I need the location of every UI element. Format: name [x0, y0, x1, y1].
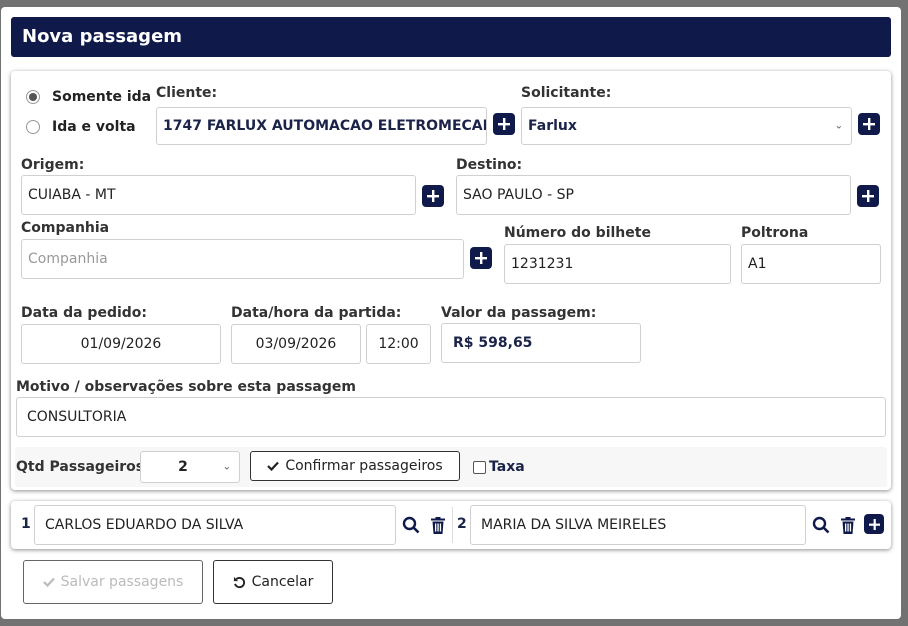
valor-field[interactable]: R$ 598,65 — [441, 323, 641, 363]
passenger-name-field[interactable]: CARLOS EDUARDO DA SILVA — [34, 505, 396, 545]
passengers-card: 1 CARLOS EDUARDO DA SILVA 2 MARIA DA SIL… — [11, 501, 891, 549]
cliente-label: Cliente: — [156, 85, 218, 101]
add-solicitante-button[interactable] — [858, 113, 880, 135]
motivo-label: Motivo / observações sobre esta passagem — [16, 379, 356, 395]
check-icon — [267, 461, 280, 471]
bilhete-field[interactable]: 1231231 — [504, 244, 731, 284]
plus-icon — [863, 118, 875, 130]
solicitante-label: Solicitante: — [521, 85, 612, 101]
chevron-down-icon: ⌄ — [834, 120, 843, 132]
taxa-checkbox[interactable] — [473, 460, 486, 474]
plus-icon — [475, 252, 487, 264]
check-icon — [42, 577, 55, 587]
poltrona-label: Poltrona — [741, 225, 809, 241]
add-passenger-button[interactable] — [864, 514, 884, 534]
cancel-button[interactable]: Cancelar — [213, 560, 333, 604]
plus-icon — [862, 190, 874, 202]
destino-label: Destino: — [456, 157, 523, 173]
delete-passenger-button[interactable] — [839, 515, 857, 535]
search-passenger-button[interactable] — [401, 515, 421, 535]
data-pedido-field[interactable]: 01/09/2026 — [21, 324, 221, 364]
plus-icon — [868, 518, 880, 530]
radio-round-trip-circle[interactable] — [26, 120, 40, 134]
confirm-passengers-button[interactable]: Confirmar passageiros — [250, 451, 460, 481]
solicitante-value: Farlux — [528, 118, 577, 134]
cancel-label: Cancelar — [251, 574, 314, 590]
solicitante-select[interactable]: Farlux ⌄ — [521, 107, 852, 145]
search-passenger-button[interactable] — [811, 515, 831, 535]
search-icon — [812, 516, 830, 534]
companhia-label: Companhia — [21, 220, 110, 236]
trash-icon — [841, 516, 855, 534]
radio-one-way-label: Somente ida — [52, 89, 152, 105]
passenger-name-field[interactable]: MARIA DA SILVA MEIRELES — [470, 505, 806, 545]
origem-field[interactable]: CUIABA - MT — [21, 175, 416, 215]
delete-passenger-button[interactable] — [429, 515, 447, 535]
radio-one-way[interactable]: Somente ida — [26, 89, 151, 105]
chevron-down-icon: ⌄ — [222, 461, 231, 473]
modal-title: Nova passagem — [11, 17, 891, 57]
origem-label: Origem: — [21, 157, 85, 173]
radio-round-trip-label: Ida e volta — [52, 119, 136, 135]
radio-round-trip[interactable]: Ida e volta — [26, 119, 136, 135]
valor-label: Valor da passagem: — [441, 305, 597, 321]
save-tickets-button[interactable]: Salvar passagens — [23, 560, 203, 604]
motivo-field[interactable]: CONSULTORIA — [16, 397, 886, 437]
confirm-passengers-label: Confirmar passageiros — [285, 458, 443, 474]
data-pedido-label: Data da pedido: — [21, 305, 147, 321]
destino-field[interactable]: SAO PAULO - SP — [456, 175, 851, 215]
plus-icon — [498, 118, 510, 130]
partida-time-field[interactable]: 12:00 — [366, 324, 431, 364]
partida-date-field[interactable]: 03/09/2026 — [231, 324, 361, 364]
save-tickets-label: Salvar passagens — [60, 574, 184, 590]
cliente-field[interactable]: 1747 FARLUX AUTOMACAO ELETROMECANICA — [156, 107, 487, 145]
passenger-number: 1 — [21, 516, 31, 532]
taxa-checkbox-group[interactable]: Taxa — [473, 459, 525, 475]
passenger-divider — [452, 507, 453, 543]
add-cliente-button[interactable] — [493, 113, 515, 135]
taxa-label: Taxa — [489, 459, 525, 475]
bilhete-label: Número do bilhete — [504, 225, 651, 241]
poltrona-field[interactable]: A1 — [741, 244, 881, 284]
qtd-value: 2 — [178, 459, 188, 475]
qtd-label: Qtd Passageiros: — [16, 459, 150, 475]
partida-label: Data/hora da partida: — [231, 305, 402, 321]
new-ticket-modal: Nova passagem Somente ida Ida e volta Cl… — [1, 7, 901, 619]
passenger-number: 2 — [457, 516, 467, 532]
add-companhia-button[interactable] — [470, 247, 492, 269]
qtd-select[interactable]: 2 ⌄ — [140, 451, 240, 483]
plus-icon — [427, 190, 439, 202]
trash-icon — [431, 516, 445, 534]
search-icon — [402, 516, 420, 534]
passenger-count-row: Qtd Passageiros: 2 ⌄ Confirmar passageir… — [15, 447, 887, 487]
companhia-field[interactable]: Companhia — [21, 239, 464, 279]
add-destino-button[interactable] — [857, 185, 879, 207]
undo-icon — [233, 576, 245, 588]
radio-one-way-circle[interactable] — [26, 90, 40, 104]
add-origem-button[interactable] — [422, 185, 444, 207]
ticket-form-card: Somente ida Ida e volta Cliente: 1747 FA… — [11, 71, 891, 490]
